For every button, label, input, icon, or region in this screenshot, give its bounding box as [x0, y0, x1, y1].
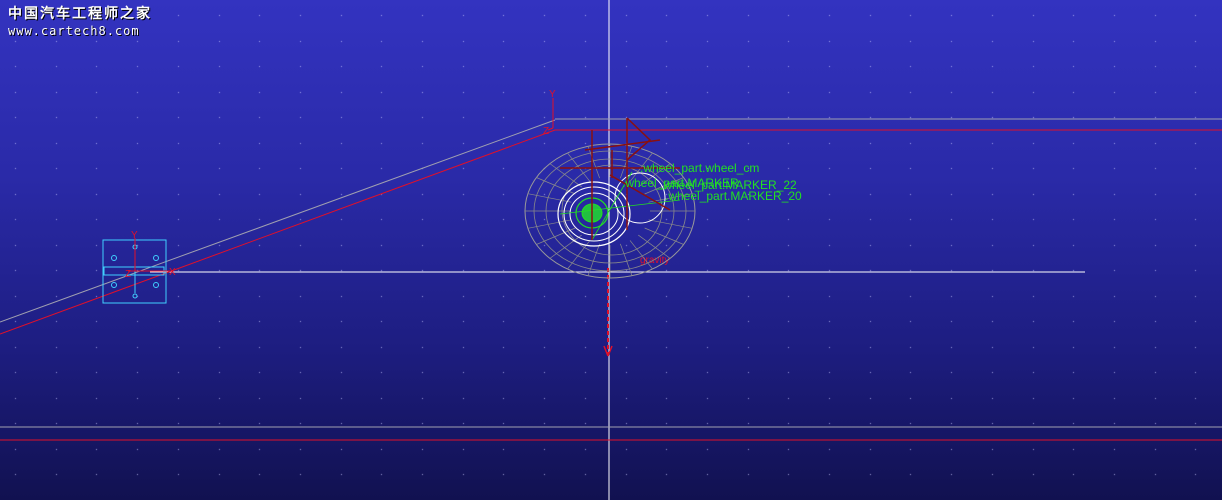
wheel-spoke-line — [644, 227, 684, 245]
watermark-title: 中国汽车工程师之家 — [8, 6, 152, 22]
wheel-spoke-line — [620, 243, 633, 276]
ramp-axis-y-label: Y — [549, 89, 556, 100]
site-watermark: 中国汽车工程师之家 www.cartech8.com — [8, 6, 152, 39]
watermark-url: www.cartech8.com — [8, 23, 140, 38]
part-axis-z-label: Z — [125, 269, 131, 280]
ramp-red-line — [0, 129, 556, 335]
wheel-spoke-line — [587, 243, 600, 276]
marker-wheel-cm-label: .wheel_part.wheel_cm — [640, 161, 759, 175]
wheel-spoke-line — [549, 234, 582, 259]
ramp-axis-triad: Y Z — [543, 89, 556, 137]
ramp-grey-line — [0, 119, 556, 323]
wheel-spoke-line — [620, 146, 633, 179]
wheel-spoke-line — [648, 219, 693, 229]
3d-viewport[interactable]: Y Z gravity .wheel_part.wheel_cm .wheel_… — [0, 0, 1222, 500]
part-axis-x-label: X — [169, 267, 176, 278]
wheel-spoke-line — [536, 227, 576, 245]
wheel-spoke-line — [567, 240, 591, 270]
part-axis-y-label: Y — [131, 230, 138, 241]
gravity-vector[interactable]: gravity — [603, 255, 669, 357]
wheel-spoke-line — [587, 146, 600, 179]
ramp-axis-z-label: Z — [543, 126, 549, 137]
marker-20-label: .wheel_part.MARKER_20 — [665, 189, 802, 203]
model-scene[interactable]: Y Z gravity .wheel_part.wheel_cm .wheel_… — [0, 0, 1222, 500]
wheel-spoke-line — [549, 163, 582, 188]
